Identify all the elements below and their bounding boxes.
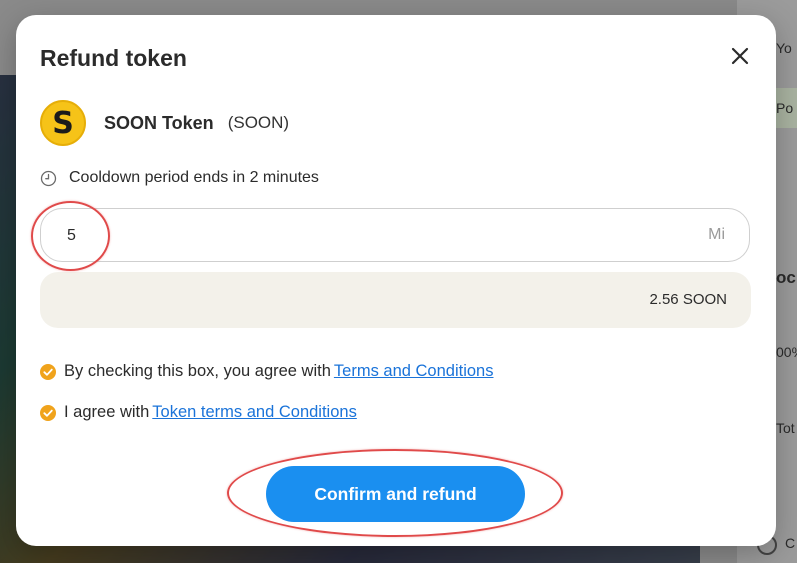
token-terms-agreement-text: I agree with [64, 403, 150, 421]
amount-unit: Mi [708, 226, 725, 243]
amount-input[interactable] [65, 209, 629, 263]
cooldown-text: Cooldown period ends in 2 minutes [69, 169, 319, 186]
checkbox-checked-icon[interactable] [40, 404, 56, 421]
close-icon[interactable] [727, 43, 753, 69]
background-text: Yo [776, 40, 792, 56]
refund-token-modal: Refund token S SOON Token (SOON) Cooldow… [16, 15, 776, 546]
clock-icon [40, 170, 57, 186]
terms-agreement-text: By checking this box, you agree with [64, 362, 331, 380]
terms-link[interactable]: Terms and Conditions [334, 362, 494, 381]
background-text: Po [776, 100, 794, 116]
token-logo: S [40, 100, 86, 146]
refund-result-box: 2.56 SOON [40, 272, 751, 328]
terms-agreement[interactable]: By checking this box, you agree with Ter… [40, 362, 493, 381]
modal-title: Refund token [40, 45, 187, 71]
cooldown-notice: Cooldown period ends in 2 minutes [40, 169, 319, 187]
checkbox-checked-icon[interactable] [40, 363, 56, 380]
refund-result-value: 2.56 SOON [649, 291, 727, 308]
background-text: C [785, 535, 796, 551]
amount-field[interactable]: Mi [40, 208, 750, 263]
confirm-refund-button[interactable]: Confirm and refund [266, 466, 525, 522]
token-symbol: (SOON) [227, 113, 290, 132]
token-terms-agreement[interactable]: I agree with Token terms and Conditions [40, 403, 357, 422]
background-text: oc [776, 268, 796, 287]
token-info: S SOON Token (SOON) [40, 99, 289, 147]
token-name: SOON Token [104, 112, 214, 133]
background-text: Tot [776, 420, 795, 436]
background-text: 00% [776, 344, 797, 360]
token-terms-link[interactable]: Token terms and Conditions [152, 403, 357, 422]
